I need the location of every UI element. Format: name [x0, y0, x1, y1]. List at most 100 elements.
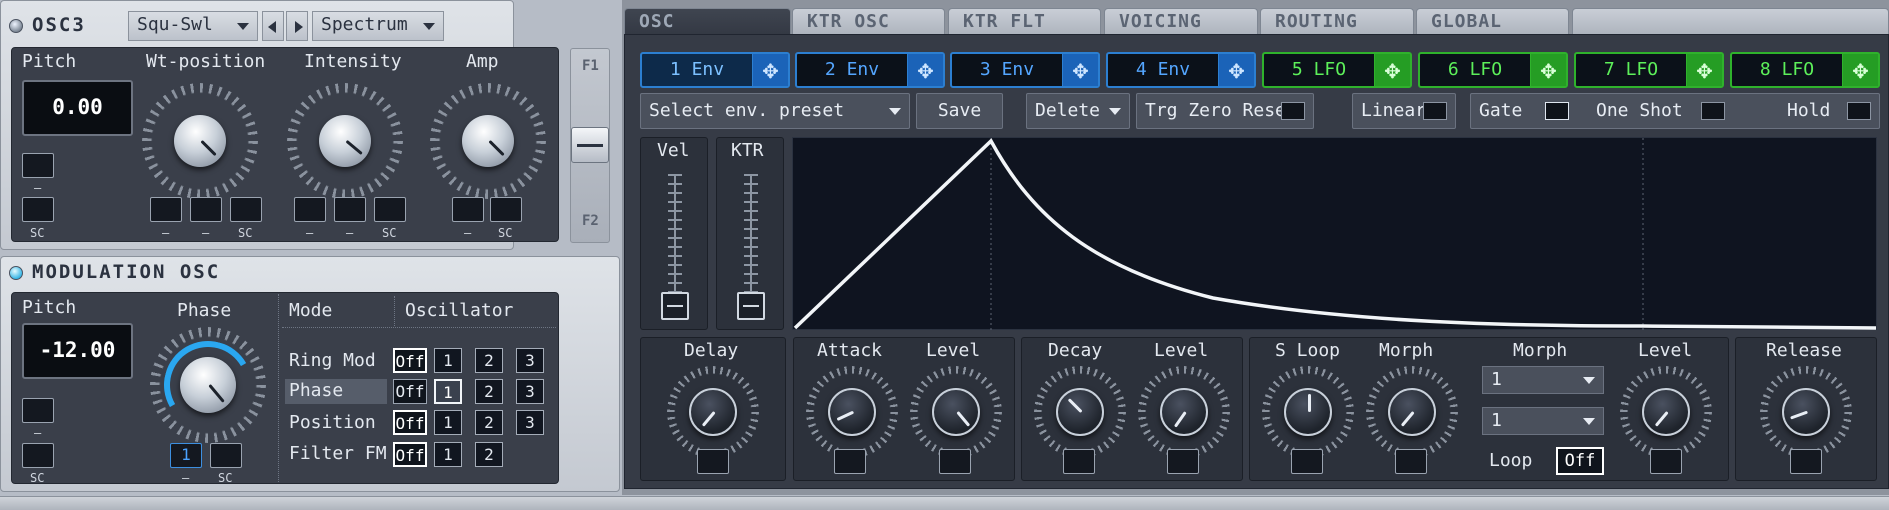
mod-pitch-mod-slot[interactable]: [22, 398, 54, 423]
position-osc2-button[interactable]: 2: [475, 410, 503, 435]
osc3-title: OSC3: [32, 14, 86, 36]
attack-level-knob[interactable]: [910, 366, 1002, 458]
morph-knob[interactable]: [1366, 366, 1458, 458]
env-1-button[interactable]: 1 Env ✥: [640, 52, 790, 88]
loop-off-button[interactable]: Off: [1556, 447, 1604, 475]
osc3-wavetable-select[interactable]: Squ-Swl: [128, 11, 258, 41]
hold-checkbox[interactable]: [1847, 102, 1871, 120]
morph-select-1[interactable]: 1: [1482, 366, 1604, 394]
lfo-6-button[interactable]: 6 LFO ✥: [1418, 52, 1568, 88]
lfo-7-button[interactable]: 7 LFO ✥: [1574, 52, 1724, 88]
delay-knob[interactable]: [667, 366, 759, 458]
ring-mod-osc1-button[interactable]: 1: [434, 348, 462, 373]
move-icon[interactable]: ✥: [1218, 54, 1254, 86]
delay-mod-slot[interactable]: [697, 449, 729, 474]
amp-mod-slot[interactable]: [452, 197, 484, 222]
ring-mod-off-button[interactable]: Off: [393, 348, 427, 373]
pitch-sc-slot[interactable]: [22, 197, 54, 222]
pitch-mod-slot[interactable]: [22, 153, 54, 178]
filter-balance-handle[interactable]: [571, 127, 609, 163]
amp-knob[interactable]: [430, 83, 546, 199]
osc3-mode-select[interactable]: Spectrum: [312, 11, 444, 41]
move-icon[interactable]: ✥: [907, 54, 943, 86]
gate-checkbox[interactable]: [1545, 102, 1569, 120]
vel-slider-handle[interactable]: [661, 292, 689, 320]
morph-mod-slot[interactable]: [1395, 449, 1427, 474]
sloop-mod-slot[interactable]: [1291, 449, 1323, 474]
attack-level-mod-slot[interactable]: [939, 449, 971, 474]
move-icon[interactable]: ✥: [1530, 54, 1566, 86]
tab-ktr-flt[interactable]: KTR FLT: [948, 8, 1101, 34]
phase-osc1-button[interactable]: 1: [434, 379, 462, 404]
linear-toggle[interactable]: Linear: [1352, 93, 1456, 129]
move-icon[interactable]: ✥: [1374, 54, 1410, 86]
sustain-level-mod-slot[interactable]: [1650, 449, 1682, 474]
env-preset-select[interactable]: Select env. preset: [640, 93, 910, 129]
sloop-knob[interactable]: [1262, 366, 1354, 458]
trg-zero-reset-toggle[interactable]: Trg Zero Reset: [1136, 93, 1314, 129]
phase-osc3-button[interactable]: 3: [516, 379, 544, 404]
tab-global[interactable]: GLOBAL: [1416, 8, 1569, 34]
lfo-8-button[interactable]: 8 LFO ✥: [1730, 52, 1880, 88]
env-2-button[interactable]: 2 Env ✥: [795, 52, 945, 88]
tab-routing[interactable]: ROUTING: [1260, 8, 1414, 34]
position-osc3-button[interactable]: 3: [516, 410, 544, 435]
linear-checkbox[interactable]: [1423, 102, 1447, 120]
tab-osc[interactable]: OSC: [624, 8, 791, 34]
move-icon[interactable]: ✥: [1842, 54, 1878, 86]
position-off-button[interactable]: Off: [393, 410, 427, 435]
morph-select-2[interactable]: 1: [1482, 407, 1604, 435]
move-icon[interactable]: ✥: [1062, 54, 1098, 86]
lfo-5-button[interactable]: 5 LFO ✥: [1262, 52, 1412, 88]
tab-ktr-osc[interactable]: KTR OSC: [792, 8, 945, 34]
intensity-mod-slot-1[interactable]: [294, 197, 326, 222]
filter-fm-osc1-button[interactable]: 1: [434, 442, 462, 467]
attack-knob[interactable]: [806, 366, 898, 458]
decay-mod-slot[interactable]: [1063, 449, 1095, 474]
env-4-button[interactable]: 4 Env ✥: [1106, 52, 1256, 88]
tab-voicing[interactable]: VOICING: [1104, 8, 1258, 34]
release-knob[interactable]: [1760, 366, 1852, 458]
sustain-level-knob[interactable]: [1620, 366, 1712, 458]
filter-fm-off-button[interactable]: Off: [393, 442, 427, 467]
osc3-pitch-display[interactable]: 0.00: [22, 80, 133, 136]
mod-phase-knob[interactable]: [150, 327, 266, 443]
wt-position-knob[interactable]: [142, 83, 258, 199]
ring-mod-osc2-button[interactable]: 2: [475, 348, 503, 373]
intensity-mod-slot-2[interactable]: [334, 197, 366, 222]
decay-level-mod-slot[interactable]: [1167, 449, 1199, 474]
mod-pitch-sc-slot[interactable]: [22, 443, 54, 468]
save-button[interactable]: Save: [916, 93, 1003, 129]
delete-select[interactable]: Delete: [1026, 93, 1130, 129]
amp-sc-slot[interactable]: [490, 197, 522, 222]
release-mod-slot[interactable]: [1790, 449, 1822, 474]
gate-toggle[interactable]: Gate One Shot Hold: [1470, 93, 1880, 129]
envelope-graph[interactable]: [792, 137, 1877, 331]
intensity-knob[interactable]: [287, 83, 403, 199]
ring-mod-osc3-button[interactable]: 3: [516, 348, 544, 373]
phase-off-button[interactable]: Off: [393, 379, 427, 404]
prev-wavetable-button[interactable]: [262, 11, 284, 41]
mod-phase-sc-slot[interactable]: [210, 443, 242, 468]
wt-mod-slot-2[interactable]: [190, 197, 222, 222]
next-wavetable-button[interactable]: [286, 11, 308, 41]
filter-fm-osc2-button[interactable]: 2: [475, 442, 503, 467]
one-shot-checkbox[interactable]: [1701, 102, 1725, 120]
decay-level-knob[interactable]: [1138, 366, 1230, 458]
trg-zero-reset-checkbox[interactable]: [1281, 102, 1305, 120]
attack-mod-slot[interactable]: [834, 449, 866, 474]
ktr-slider-handle[interactable]: [737, 292, 765, 320]
env-3-button[interactable]: 3 Env ✥: [950, 52, 1100, 88]
move-icon[interactable]: ✥: [1686, 54, 1722, 86]
wt-mod-slot-1[interactable]: [150, 197, 182, 222]
phase-osc2-button[interactable]: 2: [475, 379, 503, 404]
move-icon[interactable]: ✥: [752, 54, 788, 86]
mod-osc-power-icon[interactable]: [9, 266, 23, 280]
mod-pitch-display[interactable]: -12.00: [22, 323, 133, 379]
decay-knob[interactable]: [1034, 366, 1126, 458]
position-osc1-button[interactable]: 1: [434, 410, 462, 435]
wt-sc-slot[interactable]: [230, 197, 262, 222]
mod-phase-mod-slot[interactable]: 1: [170, 443, 202, 468]
intensity-sc-slot[interactable]: [374, 197, 406, 222]
osc3-power-icon[interactable]: [9, 19, 23, 33]
